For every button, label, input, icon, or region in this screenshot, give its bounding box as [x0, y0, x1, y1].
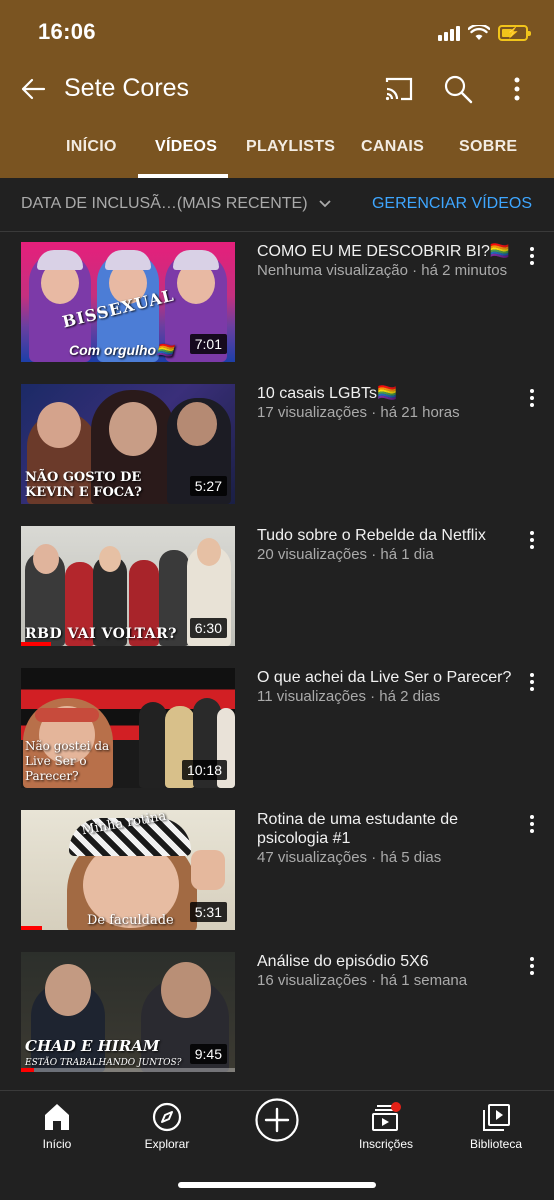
video-more-icon[interactable]	[522, 244, 542, 268]
tab-sobre[interactable]: SOBRE	[459, 138, 517, 156]
nav-home-label: Início	[42, 1137, 72, 1151]
video-meta: 47 visualizações · há 5 dias	[257, 849, 442, 866]
sort-dropdown[interactable]: DATA DE INCLUSÃ…(MAIS RECENTE)	[21, 195, 332, 213]
video-item[interactable]: Não gostei da Live Ser o Parecer? 10:18 …	[0, 658, 554, 800]
chevron-down-icon	[318, 200, 331, 208]
thumbnail-caption: Com orgulho🏳️‍🌈	[69, 342, 174, 358]
tab-canais[interactable]: CANAIS	[361, 138, 424, 156]
video-duration: 10:18	[181, 760, 227, 780]
cast-icon[interactable]	[384, 76, 414, 102]
video-title[interactable]: Tudo sobre o Rebelde da Netflix	[257, 526, 519, 545]
nav-explore[interactable]: Explorar	[117, 1101, 217, 1151]
video-info: COMO EU ME DESCOBRIR BI?🏳️‍🌈 Nenhuma vis…	[257, 242, 519, 280]
status-time: 16:06	[38, 19, 96, 44]
nav-subscriptions[interactable]: Inscrições	[336, 1101, 436, 1151]
video-duration: 9:45	[189, 1044, 227, 1064]
watch-progress-bar	[21, 926, 43, 930]
tab-videos[interactable]: VÍDEOS	[155, 138, 217, 156]
video-info: 10 casais LGBTs🏳️‍🌈 17 visualizações · h…	[257, 384, 519, 422]
video-meta: 20 visualizações · há 1 dia	[257, 546, 434, 563]
channel-header: 16:06 ⚡ Sete Cores INÍCIO VÍDEOS PLAYLIS…	[0, 0, 554, 178]
tab-inicio[interactable]: INÍCIO	[66, 138, 117, 156]
battery-charging-icon: ⚡	[498, 25, 531, 41]
thumbnail-caption-sub: ESTÃO TRABALHANDO JUNTOS?	[25, 1058, 182, 1068]
video-item[interactable]: Minha rotina De faculdade 5:31 Rotina de…	[0, 800, 554, 942]
more-options-icon[interactable]	[507, 74, 527, 104]
tab-playlists[interactable]: PLAYLISTS	[246, 138, 335, 156]
thumbnail-caption: NÃO GOSTO DE KEVIN E FOCA?	[25, 470, 142, 500]
nav-explore-label: Explorar	[144, 1137, 190, 1151]
video-duration: 5:31	[189, 902, 227, 922]
sort-label: DATA DE INCLUSÃ…(MAIS RECENTE)	[21, 195, 308, 212]
video-meta: 16 visualizações · há 1 semana	[257, 972, 468, 989]
video-thumbnail[interactable]: CHAD E HIRAM ESTÃO TRABALHANDO JUNTOS? 9…	[21, 952, 235, 1072]
filter-bar: DATA DE INCLUSÃ…(MAIS RECENTE) GERENCIAR…	[0, 178, 554, 232]
nav-subscriptions-label: Inscrições	[358, 1137, 414, 1151]
watch-progress-track	[21, 1068, 235, 1072]
create-plus-icon	[255, 1098, 299, 1142]
video-thumbnail[interactable]: BISSEXUAL Com orgulho🏳️‍🌈 7:01	[21, 242, 235, 362]
status-bar: 16:06 ⚡	[0, 0, 554, 62]
video-item[interactable]: BISSEXUAL Com orgulho🏳️‍🌈 7:01 COMO EU M…	[0, 232, 554, 374]
compass-icon	[152, 1102, 182, 1132]
nav-home[interactable]: Início	[7, 1101, 107, 1151]
video-item[interactable]: NÃO GOSTO DE KEVIN E FOCA? 5:27 10 casai…	[0, 374, 554, 516]
channel-title: Sete Cores	[64, 74, 190, 102]
watch-progress-bar	[21, 642, 51, 646]
video-thumbnail[interactable]: NÃO GOSTO DE KEVIN E FOCA? 5:27	[21, 384, 235, 504]
video-meta: 17 visualizações · há 21 horas	[257, 404, 460, 421]
channel-tabs: INÍCIO VÍDEOS PLAYLISTS CANAIS SOBRE	[0, 118, 554, 178]
watch-progress-bar	[21, 1068, 34, 1072]
video-title[interactable]: O que achei da Live Ser o Parecer?	[257, 668, 519, 687]
video-info: O que achei da Live Ser o Parecer? 11 vi…	[257, 668, 519, 706]
video-thumbnail[interactable]: Não gostei da Live Ser o Parecer? 10:18	[21, 668, 235, 788]
wifi-icon	[468, 25, 490, 40]
video-more-icon[interactable]	[522, 528, 542, 552]
video-duration: 6:30	[189, 618, 227, 638]
video-thumbnail[interactable]: Minha rotina De faculdade 5:31	[21, 810, 235, 930]
cellular-signal-icon	[438, 25, 460, 41]
video-info: Tudo sobre o Rebelde da Netflix 20 visua…	[257, 526, 519, 564]
video-duration: 5:27	[189, 476, 227, 496]
thumbnail-caption: RBD VAI VOLTAR?	[25, 626, 177, 642]
video-list: BISSEXUAL Com orgulho🏳️‍🌈 7:01 COMO EU M…	[0, 232, 554, 1084]
video-title[interactable]: COMO EU ME DESCOBRIR BI?🏳️‍🌈	[257, 242, 519, 261]
nav-create[interactable]	[227, 1097, 327, 1143]
thumbnail-caption: De faculdade	[87, 913, 174, 928]
thumbnail-caption: Não gostei da Live Ser o Parecer?	[25, 739, 110, 783]
video-title[interactable]: 10 casais LGBTs🏳️‍🌈	[257, 384, 519, 403]
nav-library[interactable]: Biblioteca	[446, 1101, 546, 1151]
library-icon	[483, 1104, 510, 1131]
video-item[interactable]: RBD VAI VOLTAR? 6:30 Tudo sobre o Rebeld…	[0, 516, 554, 658]
back-arrow-icon[interactable]	[18, 74, 48, 104]
status-icons: ⚡	[438, 22, 531, 44]
app-bar: Sete Cores	[0, 62, 554, 118]
subscriptions-icon	[372, 1102, 401, 1131]
video-info: Análise do episódio 5X6 16 visualizações…	[257, 952, 519, 990]
video-thumbnail[interactable]: RBD VAI VOLTAR? 6:30	[21, 526, 235, 646]
thumbnail-caption: CHAD E HIRAM	[25, 1037, 160, 1055]
video-duration: 7:01	[189, 334, 227, 354]
search-icon[interactable]	[443, 74, 473, 104]
home-icon	[45, 1104, 69, 1130]
video-item[interactable]: CHAD E HIRAM ESTÃO TRABALHANDO JUNTOS? 9…	[0, 942, 554, 1084]
video-title[interactable]: Análise do episódio 5X6	[257, 952, 519, 971]
video-meta: Nenhuma visualização · há 2 minutos	[257, 262, 508, 279]
video-more-icon[interactable]	[522, 954, 542, 978]
video-more-icon[interactable]	[522, 386, 542, 410]
video-meta: 11 visualizações · há 2 dias	[257, 688, 441, 705]
manage-videos-button[interactable]: GERENCIAR VÍDEOS	[372, 195, 532, 213]
video-more-icon[interactable]	[522, 812, 542, 836]
video-info: Rotina de uma estudante de psicologia #1…	[257, 810, 519, 867]
video-more-icon[interactable]	[522, 670, 542, 694]
video-title[interactable]: Rotina de uma estudante de psicologia #1	[257, 810, 519, 848]
home-indicator[interactable]	[178, 1182, 376, 1188]
nav-library-label: Biblioteca	[469, 1137, 523, 1151]
